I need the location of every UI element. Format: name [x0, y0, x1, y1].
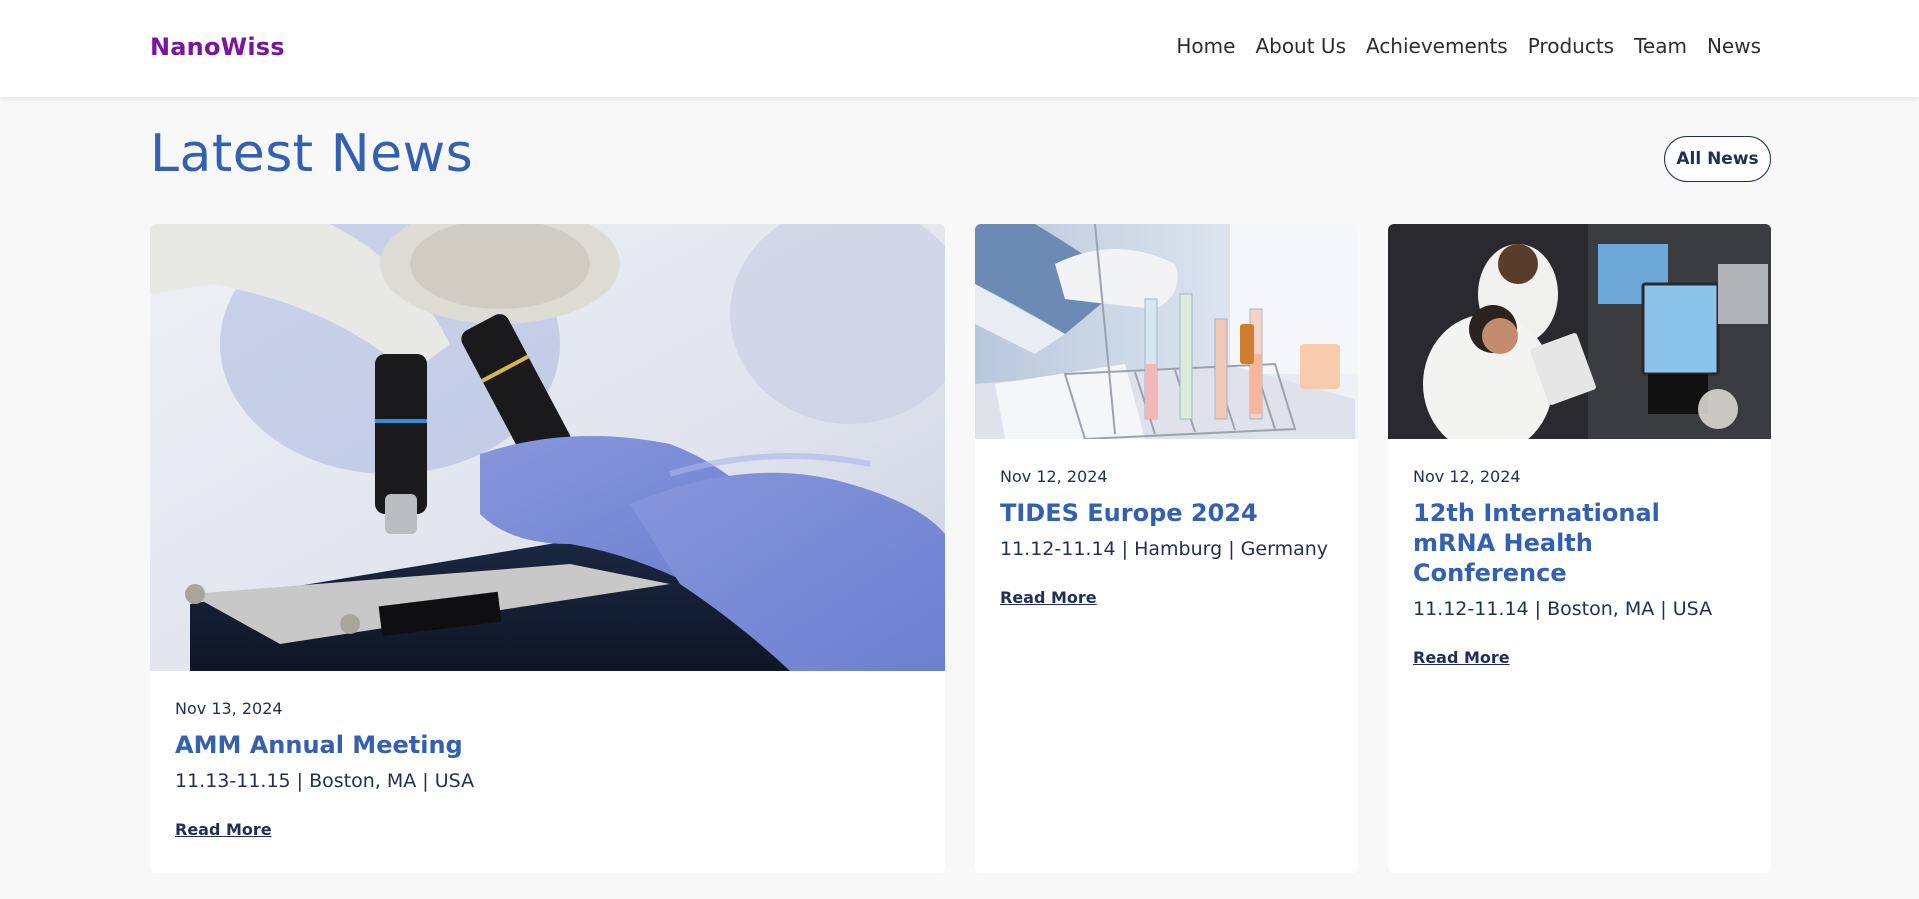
news-card-featured: Nov 13, 2024 AMM Annual Meeting 11.13-11…	[150, 224, 945, 873]
nav-team[interactable]: Team	[1634, 34, 1687, 58]
card-body: Nov 12, 2024 12th International mRNA Hea…	[1388, 467, 1771, 667]
nav-home[interactable]: Home	[1176, 34, 1235, 58]
read-more-link[interactable]: Read More	[1413, 648, 1510, 667]
news-title[interactable]: AMM Annual Meeting	[175, 730, 920, 760]
logo[interactable]: NanoWiss	[150, 33, 285, 61]
news-card: Nov 12, 2024 12th International mRNA Hea…	[1388, 224, 1771, 873]
nav-news[interactable]: News	[1707, 34, 1761, 58]
nav-about-us[interactable]: About Us	[1255, 34, 1346, 58]
news-date: Nov 12, 2024	[1000, 467, 1108, 486]
news-meta: 11.13-11.15 | Boston, MA | USA	[175, 770, 475, 792]
page-title: Latest News	[150, 124, 474, 184]
card-body: Nov 12, 2024 TIDES Europe 2024 11.12-11.…	[975, 467, 1358, 607]
news-image-microscope[interactable]	[150, 224, 945, 671]
news-meta: 11.12-11.14 | Boston, MA | USA	[1413, 598, 1713, 620]
news-card: Nov 12, 2024 TIDES Europe 2024 11.12-11.…	[975, 224, 1358, 873]
read-more-link[interactable]: Read More	[1000, 588, 1097, 607]
news-image-test-tubes[interactable]	[975, 224, 1358, 439]
news-title[interactable]: TIDES Europe 2024	[1000, 498, 1333, 528]
news-date: Nov 12, 2024	[1413, 467, 1521, 486]
news-meta: 11.12-11.14 | Hamburg | Germany	[1000, 538, 1329, 560]
news-image-scientists[interactable]	[1388, 224, 1771, 439]
news-date: Nov 13, 2024	[175, 699, 283, 718]
nav-products[interactable]: Products	[1528, 34, 1614, 58]
site-header: NanoWiss Home About Us Achievements Prod…	[0, 0, 1919, 97]
nav-achievements[interactable]: Achievements	[1366, 34, 1508, 58]
card-body: Nov 13, 2024 AMM Annual Meeting 11.13-11…	[150, 699, 945, 839]
read-more-link[interactable]: Read More	[175, 820, 272, 839]
news-title[interactable]: 12th International mRNA Health Conferenc…	[1413, 498, 1746, 588]
main-nav: Home About Us Achievements Products Team…	[1176, 34, 1761, 58]
all-news-button[interactable]: All News	[1664, 136, 1771, 182]
